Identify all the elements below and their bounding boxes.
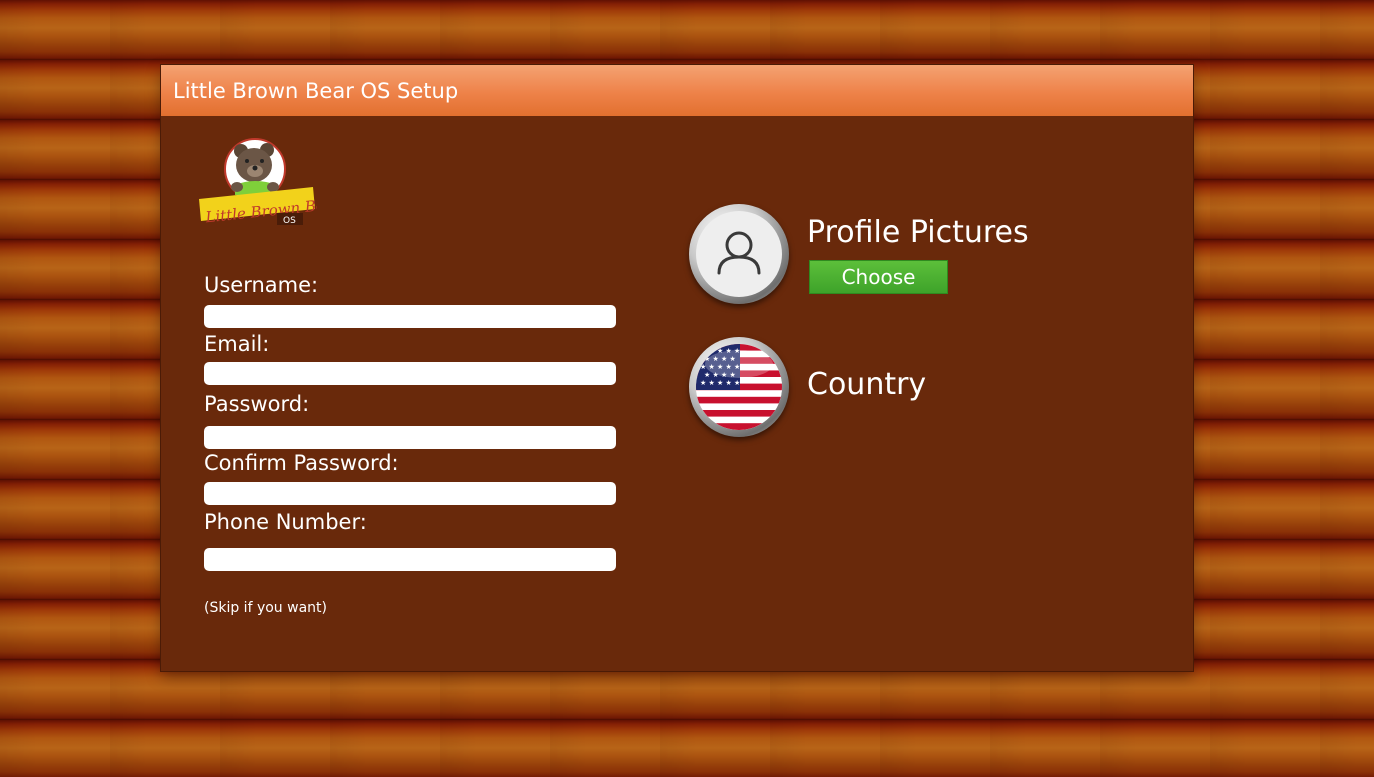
password-input[interactable] xyxy=(204,426,616,449)
username-label: Username: xyxy=(204,273,319,297)
username-input[interactable] xyxy=(204,305,616,328)
confirm-password-label: Confirm Password: xyxy=(204,451,399,475)
setup-window: Little Brown Bear OS Setup Little Brown … xyxy=(161,65,1193,671)
profile-picture[interactable] xyxy=(689,204,789,304)
phone-number-input[interactable] xyxy=(204,548,616,571)
svg-text:★ ★ ★ ★ ★: ★ ★ ★ ★ ★ xyxy=(700,379,740,387)
email-label: Email: xyxy=(204,332,270,356)
country-title: Country xyxy=(807,367,927,402)
user-icon xyxy=(717,231,761,275)
logo-badge: OS xyxy=(283,216,296,226)
skip-note: (Skip if you want) xyxy=(204,600,327,616)
choose-button[interactable]: Choose xyxy=(809,260,948,294)
profile-pictures-title: Profile Pictures xyxy=(807,215,1029,250)
confirm-password-input[interactable] xyxy=(204,482,616,505)
phone-number-label: Phone Number: xyxy=(204,510,367,534)
bear-logo: Little Brown Bear OS xyxy=(197,137,342,227)
window-title: Little Brown Bear OS Setup xyxy=(173,78,459,103)
password-label: Password: xyxy=(204,392,310,416)
email-input[interactable] xyxy=(204,362,616,385)
us-flag-icon: ★ ★ ★ ★ ★ ★ ★ ★ ★ ★ ★ ★ ★ ★ ★ ★ ★ ★ ★ ★ … xyxy=(696,344,782,430)
title-bar: Little Brown Bear OS Setup xyxy=(161,65,1193,116)
country-selector[interactable]: ★ ★ ★ ★ ★ ★ ★ ★ ★ ★ ★ ★ ★ ★ ★ ★ ★ ★ ★ ★ … xyxy=(689,337,789,437)
